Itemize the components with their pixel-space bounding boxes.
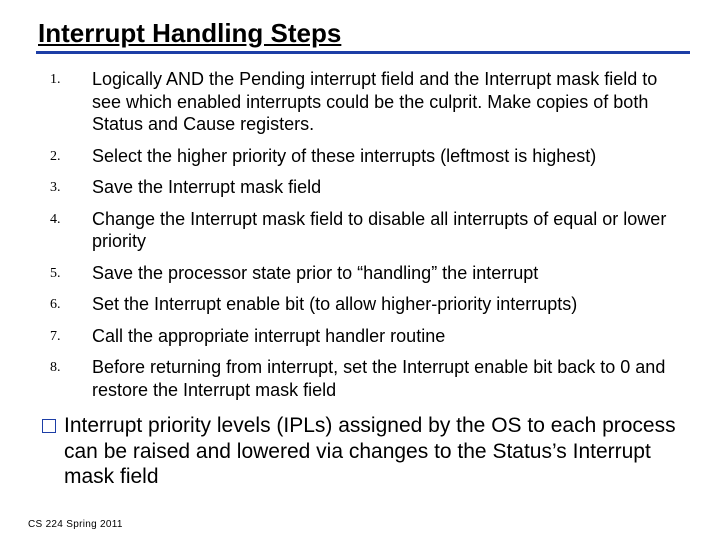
list-item: Before returning from interrupt, set the… (46, 356, 686, 401)
footer-text: CS 224 Spring 2011 (28, 519, 123, 530)
list-item: Save the Interrupt mask field (46, 176, 686, 199)
slide: Interrupt Handling Steps Logically AND t… (0, 0, 720, 540)
list-item: Call the appropriate interrupt handler r… (46, 325, 686, 348)
square-bullet-icon (42, 419, 56, 433)
note-row: Interrupt priority levels (IPLs) assigne… (42, 413, 682, 490)
list-item: Change the Interrupt mask field to disab… (46, 208, 686, 253)
slide-body: Logically AND the Pending interrupt fiel… (46, 68, 686, 490)
note-text: Interrupt priority levels (IPLs) assigne… (64, 413, 682, 490)
title-underline: Interrupt Handling Steps (36, 18, 690, 54)
page-title: Interrupt Handling Steps (36, 18, 690, 49)
list-item: Select the higher priority of these inte… (46, 145, 686, 168)
list-item: Save the processor state prior to “handl… (46, 262, 686, 285)
list-item: Set the Interrupt enable bit (to allow h… (46, 293, 686, 316)
list-item: Logically AND the Pending interrupt fiel… (46, 68, 686, 136)
step-list: Logically AND the Pending interrupt fiel… (46, 68, 686, 401)
